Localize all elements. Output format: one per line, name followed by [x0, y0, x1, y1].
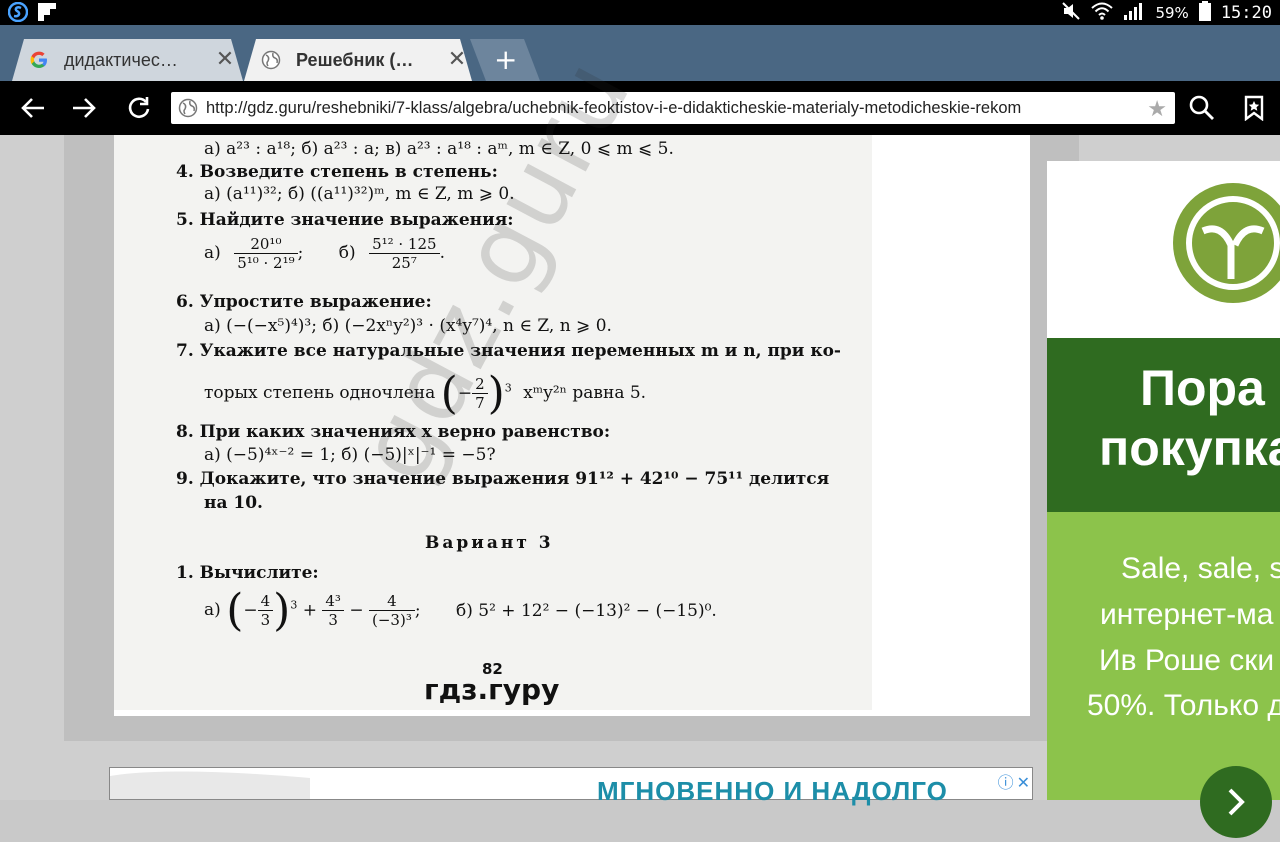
- close-tab-icon[interactable]: ✕: [214, 49, 236, 71]
- option-label: б): [338, 243, 356, 263]
- ad-body-block: Sale, sale, s интернет-ма Ив Роше ски 50…: [1047, 512, 1280, 838]
- fraction: 4³ 3: [322, 592, 344, 629]
- search-icon: [1189, 95, 1214, 120]
- globe-icon: [178, 98, 198, 118]
- forward-button[interactable]: [67, 91, 101, 125]
- footer-logo: гдз.гуру: [424, 673, 560, 706]
- forward-arrow-icon: [73, 98, 96, 118]
- url-text: http://gdz.guru/reshebniki/7-klass/algeb…: [206, 98, 1022, 117]
- tab-title: Решебник (…: [296, 49, 414, 70]
- address-bar[interactable]: http://gdz.guru/reshebniki/7-klass/algeb…: [171, 92, 1175, 124]
- bookmarks-button[interactable]: [1237, 91, 1271, 125]
- app-s-icon: [7, 1, 29, 26]
- new-tab-button[interactable]: +: [470, 39, 540, 81]
- problem-9-body: на 10.: [204, 493, 263, 513]
- ad-line: 50%. Только д: [1087, 689, 1280, 722]
- ad-headline-block: Пора покупка: [1047, 338, 1280, 512]
- advertisement-right[interactable]: Пора покупка Sale, sale, s интернет-ма И…: [1047, 161, 1280, 838]
- ad-banner-graphic: [110, 771, 310, 799]
- status-bar: 59% 15:20: [0, 0, 1280, 25]
- ad-headline-2: покупка: [1099, 420, 1280, 476]
- option-label: а): [204, 243, 221, 263]
- ad-choices[interactable]: ⓘ ✕: [998, 769, 1030, 793]
- tab-didaktiches[interactable]: дидактичес… ✕: [12, 39, 243, 81]
- advertisement-bottom[interactable]: МГНОВЕННО И НАДОЛГО ⓘ ✕: [109, 767, 1033, 806]
- yves-rocher-logo: [1173, 183, 1280, 303]
- v3-problem-1-title: 1. Вычислите:: [176, 563, 319, 583]
- ad-headline-1: Пора: [1140, 360, 1265, 416]
- plus-icon: +: [494, 43, 518, 76]
- bookmark-icon: [1244, 95, 1264, 121]
- variant-heading: Вариант 3: [425, 533, 554, 553]
- tab-strip: дидактичес… ✕ Решебник (… ✕ +: [0, 25, 1280, 81]
- problem-5-body: а) 20¹⁰ 5¹⁰ · 2¹⁹; б) 5¹² · 125 25⁷.: [204, 235, 445, 272]
- clock: 15:20: [1220, 3, 1272, 23]
- ad-line: интернет-ма: [1100, 598, 1274, 631]
- wifi-icon: [1091, 1, 1114, 25]
- web-content: а) a²³ : a¹⁸; б) a²³ : a; в) a²³ : a¹⁸ :…: [0, 40, 1280, 838]
- signal-icon: [1123, 1, 1145, 25]
- problem-6-title: 6. Упростите выражение:: [176, 292, 432, 312]
- fraction: 20¹⁰ 5¹⁰ · 2¹⁹: [234, 235, 298, 272]
- info-icon[interactable]: ⓘ: [998, 773, 1014, 792]
- problem-9-title: 9. Докажите, что значение выражения 91¹²…: [176, 469, 830, 489]
- search-button[interactable]: [1185, 91, 1219, 125]
- globe-icon: [260, 49, 282, 71]
- close-tab-icon[interactable]: ✕: [446, 49, 468, 71]
- back-button[interactable]: [16, 91, 50, 125]
- tab-reshebnik[interactable]: Решебник (… ✕: [244, 39, 472, 81]
- problem-4-title: 4. Возведите степень в степень:: [176, 162, 498, 182]
- bookmark-star-icon[interactable]: ★: [1147, 97, 1167, 122]
- fraction: 43: [257, 592, 274, 629]
- tab-title: дидактичес…: [64, 49, 178, 70]
- google-icon: [28, 49, 50, 71]
- reload-button[interactable]: [122, 91, 156, 125]
- fraction: 4 (−3)³: [369, 592, 415, 629]
- ad-line: Sale, sale, s: [1121, 552, 1280, 585]
- close-ad-icon[interactable]: ✕: [1017, 773, 1030, 792]
- mute-icon: [1061, 1, 1081, 25]
- battery-icon: [1198, 1, 1211, 25]
- battery-percent: 59%: [1155, 4, 1189, 22]
- back-arrow-icon: [21, 98, 44, 118]
- ad-line: Ив Роше ски: [1099, 644, 1275, 677]
- ad-bottom-text: МГНОВЕННО И НАДОЛГО: [597, 776, 948, 806]
- chevron-right-icon: [1228, 788, 1245, 816]
- ad-arrow-button[interactable]: [1200, 766, 1272, 838]
- reload-icon: [128, 97, 150, 119]
- flipboard-icon: [38, 3, 56, 25]
- v3-problem-1-body: а) (− 4 3)3 + 4³ 3 − 4 (−3)³; б) 5² + 12² − …: [204, 585, 717, 636]
